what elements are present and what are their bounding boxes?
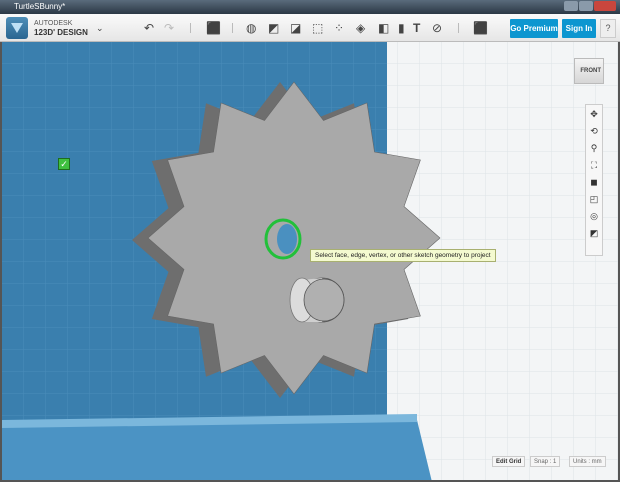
go-premium-button[interactable]: Go Premium bbox=[510, 19, 558, 38]
cube-icon[interactable]: ⬛ bbox=[473, 20, 488, 36]
zoom-icon[interactable]: ⚲ bbox=[591, 142, 598, 155]
checkbox-icon[interactable]: ✓ bbox=[58, 158, 70, 170]
floor-slab bbox=[2, 420, 432, 480]
primitives-icon[interactable]: ⬛ bbox=[206, 20, 221, 36]
chevron-down-icon[interactable]: ⌄ bbox=[96, 20, 104, 36]
orbit-icon[interactable]: ⟲ bbox=[590, 125, 598, 138]
snap-select[interactable]: Snap : 1 bbox=[530, 456, 561, 467]
grouping-icon[interactable]: ⁘ bbox=[334, 20, 344, 36]
combine-icon[interactable]: ◈ bbox=[356, 20, 365, 36]
pan-icon[interactable]: ✥ bbox=[590, 108, 598, 121]
sign-in-button[interactable]: Sign In bbox=[562, 19, 596, 38]
toolbar: AUTODESK 123D' DESIGN ⌄ ↶ ↷ ⬛ ◍ ◩ ◪ ⬚ ⁘ ◈… bbox=[0, 14, 620, 42]
snap-icon[interactable]: ⊘ bbox=[432, 20, 442, 36]
view-cube[interactable]: FRONT bbox=[574, 58, 604, 84]
construct-icon[interactable]: ◩ bbox=[268, 20, 279, 36]
help-button[interactable]: ? bbox=[600, 19, 616, 38]
fit-icon[interactable]: ⛶ bbox=[591, 159, 597, 172]
view-cube-face[interactable]: FRONT bbox=[580, 68, 601, 74]
text-icon[interactable]: T bbox=[413, 20, 420, 36]
brand-line2: 123D' DESIGN bbox=[34, 28, 88, 37]
modify-icon[interactable]: ◪ bbox=[290, 20, 301, 36]
material-view-icon[interactable]: ◩ bbox=[590, 227, 599, 240]
redo-icon[interactable]: ↷ bbox=[164, 20, 174, 36]
scene bbox=[2, 42, 618, 480]
brand: AUTODESK 123D' DESIGN bbox=[34, 19, 88, 38]
maximize-button[interactable] bbox=[579, 1, 593, 11]
close-button[interactable] bbox=[594, 1, 616, 11]
undo-icon[interactable]: ↶ bbox=[144, 20, 154, 36]
window-title: TurtleSBunny* bbox=[14, 2, 66, 11]
brand-line1: AUTODESK bbox=[34, 20, 73, 27]
visibility-icon[interactable]: ◎ bbox=[590, 210, 598, 223]
perspective-icon[interactable]: ◰ bbox=[590, 193, 599, 206]
edit-grid-button[interactable]: Edit Grid bbox=[492, 456, 526, 467]
material-icon[interactable]: ▮ bbox=[398, 20, 405, 36]
navigation-bar: ✥ ⟲ ⚲ ⛶ ◼ ◰ ◎ ◩ bbox=[585, 104, 603, 256]
sketch-icon[interactable]: ◍ bbox=[246, 20, 256, 36]
measure-icon[interactable]: ◧ bbox=[378, 20, 389, 36]
tooltip: Select face, edge, vertex, or other sket… bbox=[310, 249, 496, 262]
pattern-icon[interactable]: ⬚ bbox=[312, 20, 323, 36]
title-bar: TurtleSBunny* bbox=[0, 0, 620, 14]
view-mode-icon[interactable]: ◼ bbox=[590, 176, 597, 189]
3d-viewport[interactable]: ✓ Select face, edge, vertex, or other sk… bbox=[0, 42, 620, 482]
minimize-button[interactable] bbox=[564, 1, 578, 11]
units-select[interactable]: Units : mm bbox=[569, 456, 606, 467]
app-logo[interactable] bbox=[6, 17, 28, 39]
